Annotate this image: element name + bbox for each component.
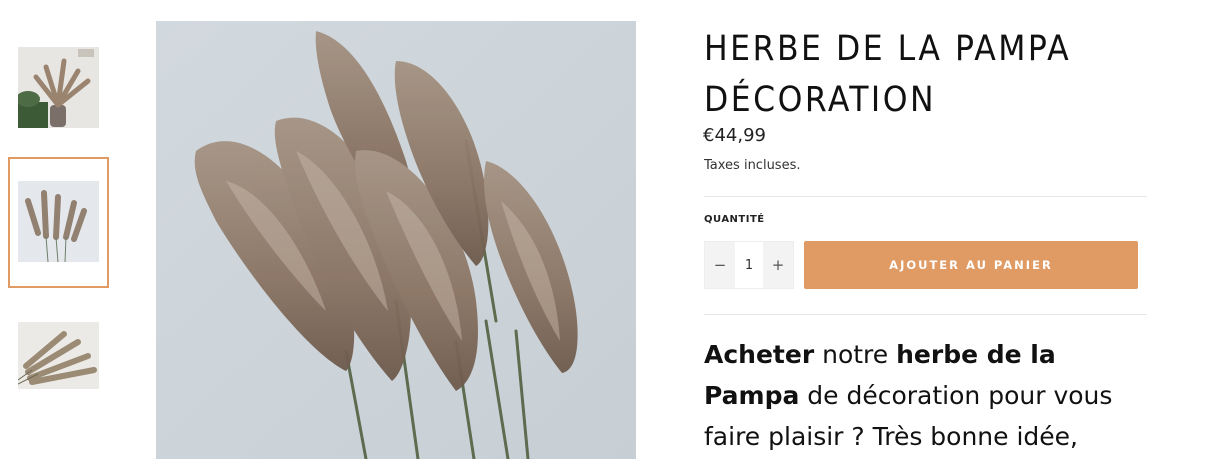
pampas-grass-photo	[156, 21, 636, 459]
quantity-label: QUANTITÉ	[704, 214, 765, 225]
product-title-line-2: DÉCORATION	[704, 80, 937, 120]
gallery-thumbnail-2[interactable]	[18, 181, 99, 262]
taxes-note: Taxes incluses.	[704, 158, 801, 173]
pampas-white-thumbnail-image	[18, 181, 99, 262]
product-title: HERBE DE LA PAMPA DÉCORATION	[704, 24, 1144, 126]
main-product-image[interactable]	[156, 21, 636, 459]
pampas-horizontal-thumbnail-image	[18, 322, 99, 389]
increase-quantity-button[interactable]: +	[763, 242, 793, 288]
pampas-vase-thumbnail-image	[18, 47, 99, 128]
decrease-quantity-button[interactable]: −	[705, 242, 735, 288]
quantity-input[interactable]	[735, 242, 763, 288]
product-description: Acheter notre herbe de la Pampa de décor…	[704, 334, 1149, 457]
divider	[704, 314, 1147, 315]
divider	[704, 196, 1147, 197]
add-to-cart-button[interactable]: AJOUTER AU PANIER	[804, 241, 1138, 289]
description-bold-1: Acheter	[704, 340, 815, 369]
description-text-1: notre	[814, 340, 897, 369]
product-title-line-1: HERBE DE LA PAMPA	[704, 29, 1072, 69]
product-price: €44,99	[703, 125, 766, 146]
gallery-thumbnail-3[interactable]	[18, 322, 99, 389]
quantity-stepper: − +	[704, 241, 794, 289]
gallery-thumbnail-1[interactable]	[18, 47, 99, 128]
